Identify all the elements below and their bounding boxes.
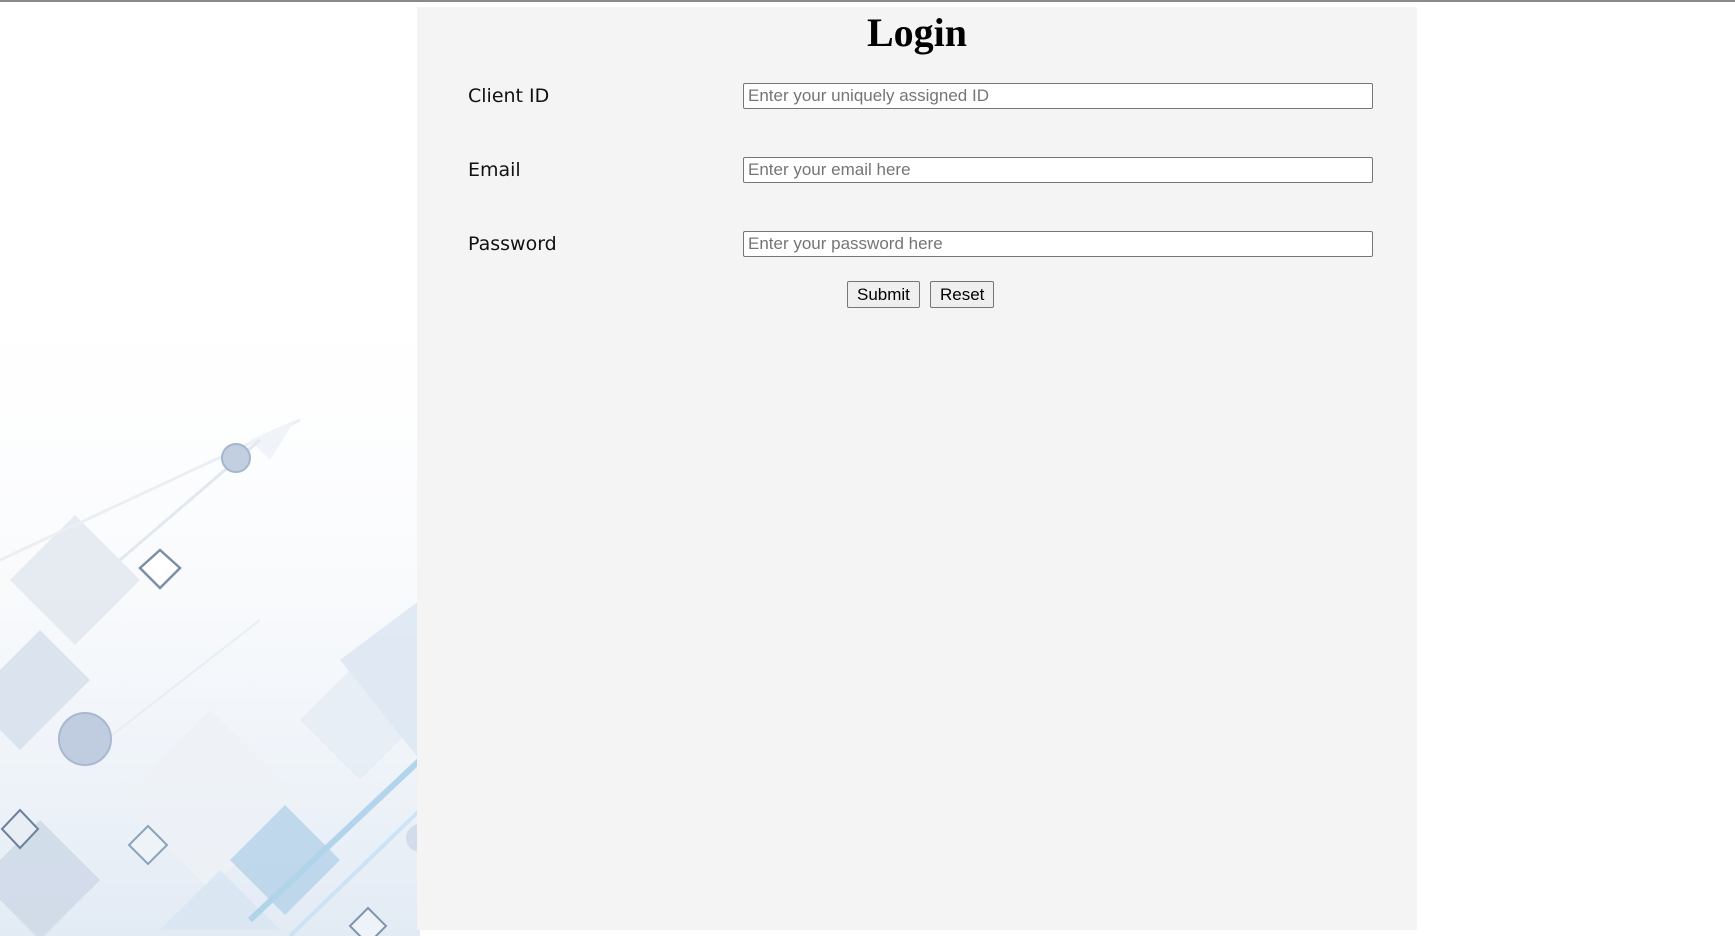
reset-button[interactable]: Reset [930, 281, 995, 308]
login-panel: Login Client ID Email Password Submit Re… [417, 7, 1417, 930]
password-label: Password [468, 233, 557, 255]
client-id-input[interactable] [743, 83, 1373, 109]
page-title: Login [866, 10, 968, 55]
email-input[interactable] [743, 157, 1373, 183]
password-row: Password [468, 230, 1382, 258]
submit-button[interactable]: Submit [847, 281, 920, 308]
client-id-row: Client ID [468, 82, 1382, 110]
email-label: Email [468, 159, 521, 181]
form-buttons: Submit Reset [417, 281, 1417, 309]
client-id-label: Client ID [468, 85, 550, 107]
email-row: Email [468, 156, 1382, 184]
password-input[interactable] [743, 231, 1373, 257]
